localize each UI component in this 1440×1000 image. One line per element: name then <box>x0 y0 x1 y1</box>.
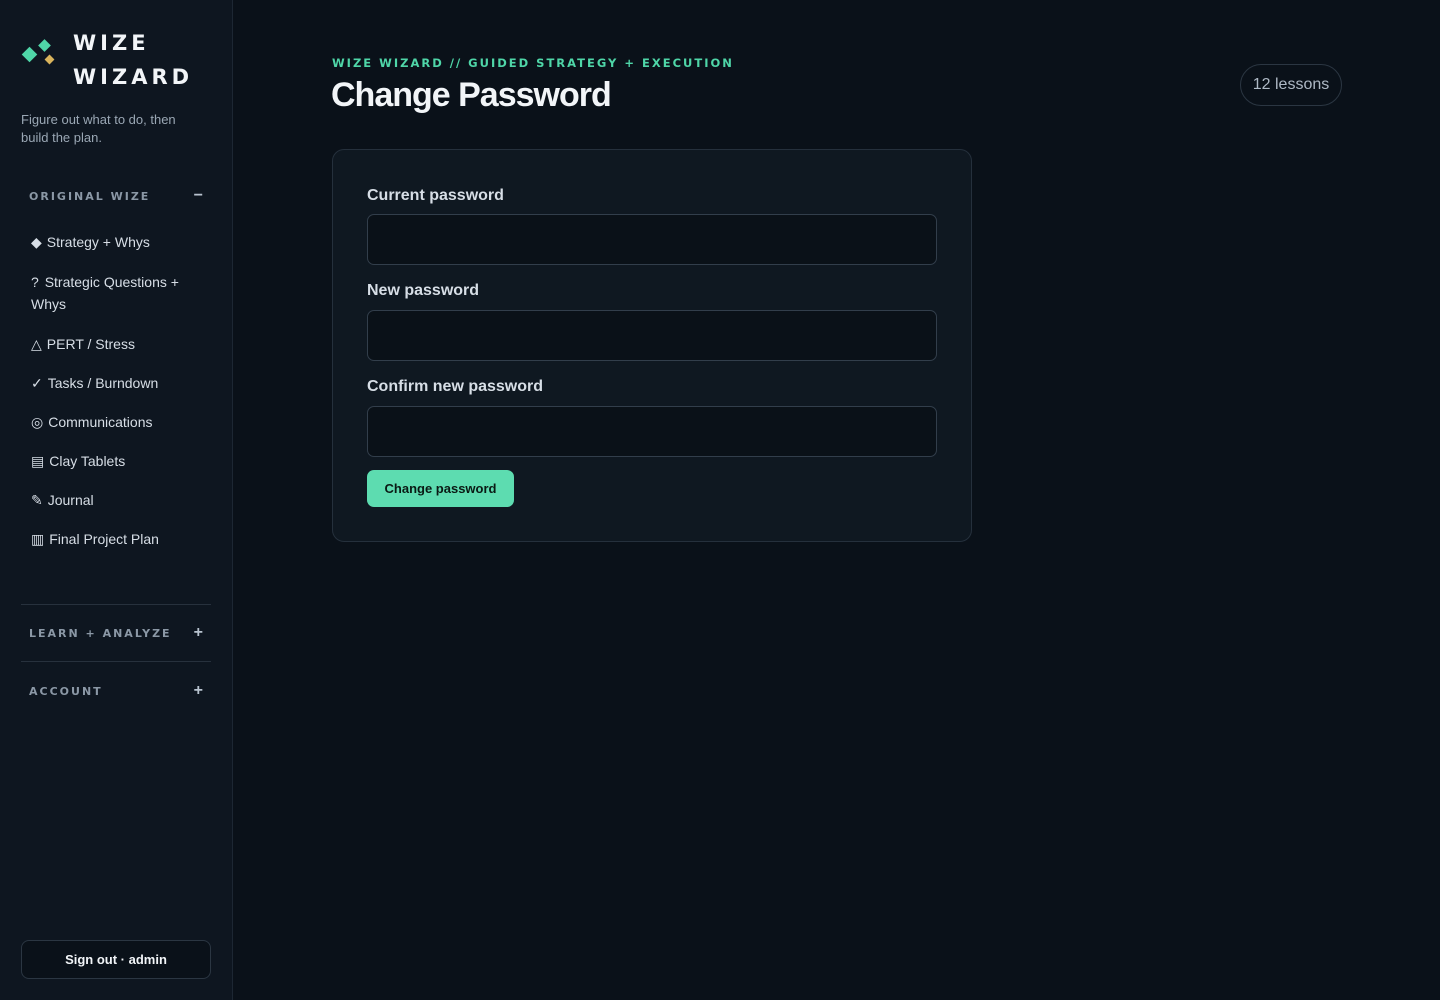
nav-item-pert-stress[interactable]: △ PERT / Stress <box>21 325 211 363</box>
nav-item-clay-tablets[interactable]: ▤ Clay Tablets <box>21 442 211 480</box>
expand-icon[interactable]: + <box>194 683 203 699</box>
collapse-icon[interactable]: − <box>194 188 203 204</box>
section-label: ORIGINAL WIZE <box>29 189 151 203</box>
nav-item-label: Journal <box>47 492 94 508</box>
page-title: Change Password <box>331 76 612 114</box>
change-password-form: Current password New password Confirm ne… <box>332 149 972 542</box>
page-eyebrow: WIZE WIZARD // GUIDED STRATEGY + EXECUTI… <box>332 56 734 70</box>
nav-item-strategic-questions[interactable]: ? Strategic Questions + Whys <box>21 262 211 324</box>
tablet-icon: ▤ <box>31 453 45 469</box>
nav-item-label: Communications <box>48 414 153 430</box>
triangle-icon: △ <box>31 336 42 352</box>
current-password-input[interactable] <box>367 214 937 265</box>
check-icon: ✓ <box>31 375 43 391</box>
nav-item-label: Final Project Plan <box>49 531 159 547</box>
columns-icon: ▥ <box>31 531 45 547</box>
diamonds-logo-icon <box>21 38 61 78</box>
sign-out-button[interactable]: Sign out · admin <box>21 940 211 979</box>
brand-name-line2: WIZARD <box>73 65 194 89</box>
bullseye-icon: ◎ <box>31 414 44 430</box>
nav-item-final-project-plan[interactable]: ▥ Final Project Plan <box>21 520 211 558</box>
brand-logo[interactable]: WIZE WIZARD <box>21 26 193 94</box>
sidebar: WIZE WIZARD Figure out what to do, then … <box>0 0 233 1000</box>
current-password-label: Current password <box>367 187 504 204</box>
nav-item-label: PERT / Stress <box>46 336 135 352</box>
nav-item-tasks-burndown[interactable]: ✓ Tasks / Burndown <box>21 364 211 402</box>
nav-item-label: Clay Tablets <box>49 453 126 469</box>
diamond-icon: ◆ <box>31 234 42 250</box>
nav-item-communications[interactable]: ◎ Communications <box>21 403 211 441</box>
new-password-input[interactable] <box>367 310 937 361</box>
question-icon: ? <box>31 274 39 290</box>
confirm-password-label: Confirm new password <box>367 378 544 395</box>
section-account[interactable]: ACCOUNT + <box>21 680 211 702</box>
brand-name: WIZE WIZARD <box>73 26 193 94</box>
section-original-wize[interactable]: ORIGINAL WIZE − <box>21 185 211 207</box>
nav-item-journal[interactable]: ✎ Journal <box>21 481 211 519</box>
confirm-password-input[interactable] <box>367 406 937 457</box>
nav-list-original-wize: ◆ Strategy + Whys ? Strategic Questions … <box>21 223 211 559</box>
change-password-button[interactable]: Change password <box>367 470 514 507</box>
new-password-label: New password <box>367 282 480 299</box>
pencil-icon: ✎ <box>31 492 43 508</box>
section-label: ACCOUNT <box>29 684 103 698</box>
lessons-badge[interactable]: 12 lessons <box>1240 64 1342 106</box>
expand-icon[interactable]: + <box>194 625 203 641</box>
nav-item-label: Strategic Questions + Whys <box>31 274 179 312</box>
nav-item-label: Tasks / Burndown <box>47 375 159 391</box>
section-divider <box>21 661 211 662</box>
brand-name-line1: WIZE <box>73 31 150 55</box>
brand-tagline: Figure out what to do, then build the pl… <box>21 112 176 145</box>
section-label: LEARN + ANALYZE <box>29 626 172 640</box>
nav-item-strategy-whys[interactable]: ◆ Strategy + Whys <box>21 223 211 261</box>
section-divider <box>21 604 211 605</box>
section-learn-analyze[interactable]: LEARN + ANALYZE + <box>21 622 211 644</box>
nav-item-label: Strategy + Whys <box>46 234 150 250</box>
